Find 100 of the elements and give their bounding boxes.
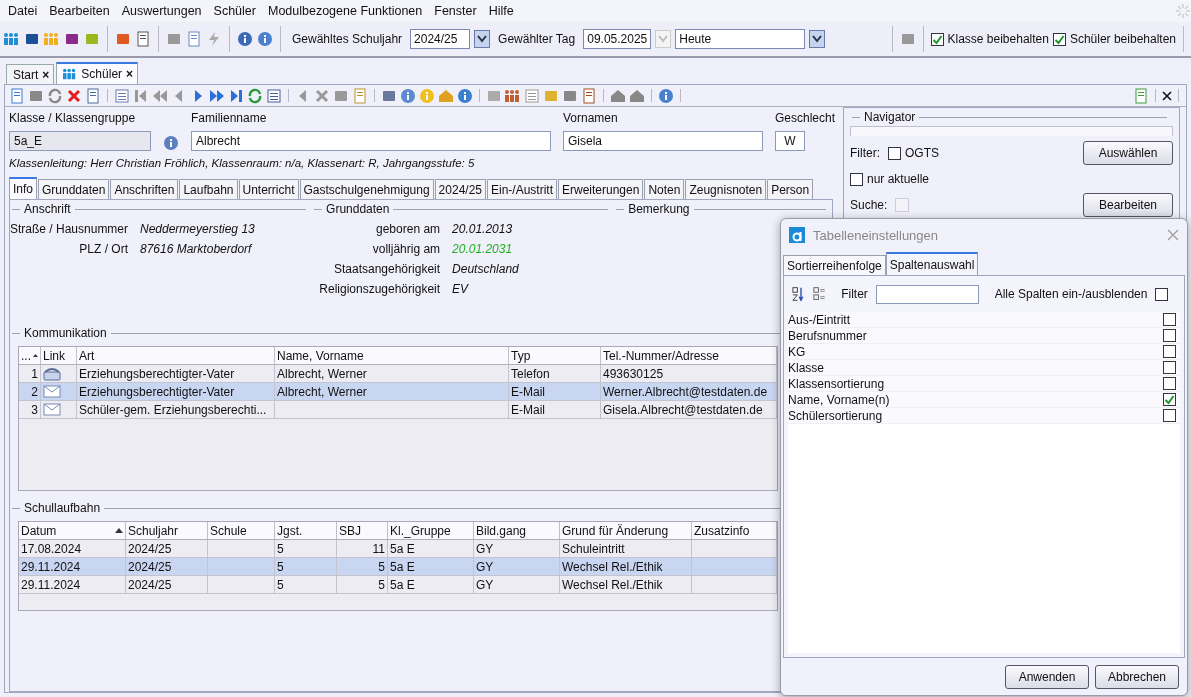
menu-item[interactable]: Schüler xyxy=(207,4,262,18)
sort-alphabetical-icon[interactable] xyxy=(792,286,805,302)
lightning-icon[interactable] xyxy=(206,31,222,47)
tab[interactable]: Ein-/Austritt xyxy=(487,179,557,199)
menu-item[interactable]: Hilfe xyxy=(482,4,520,18)
rewind-icon[interactable] xyxy=(152,87,168,104)
column-header[interactable]: Schuljahr xyxy=(126,522,208,540)
input-field[interactable]: Albrecht xyxy=(191,131,551,151)
close-icon[interactable]: × xyxy=(42,67,50,82)
input-field[interactable]: W xyxy=(775,131,805,151)
tab[interactable]: Erweiterungen xyxy=(558,179,644,199)
close-icon[interactable] xyxy=(1162,90,1172,101)
document-tab[interactable]: Schüler × xyxy=(56,62,139,84)
column-header[interactable]: Link xyxy=(41,347,77,365)
tab[interactable]: Info xyxy=(9,177,37,199)
table-row[interactable]: 17.08.2024 2024/25 5 11 5a E GY Schuleintritt xyxy=(19,540,777,558)
people-icon[interactable] xyxy=(63,67,78,81)
table-cell: 5 xyxy=(275,576,337,594)
period-dropdown[interactable]: Heute xyxy=(675,29,806,49)
input-field[interactable]: 5a_E xyxy=(9,131,151,151)
column-header[interactable]: SBJ xyxy=(337,522,388,540)
menu-item[interactable]: Fenster xyxy=(428,4,483,18)
table-cell: Schüler-gem. Erziehungsberechti... xyxy=(77,401,275,419)
filter-input[interactable] xyxy=(875,284,979,304)
checkbox[interactable] xyxy=(850,172,863,186)
tab[interactable]: Unterricht xyxy=(238,179,299,199)
edit-button[interactable]: Bearbeiten xyxy=(1083,193,1173,217)
checkbox[interactable] xyxy=(1163,377,1176,390)
last-record-icon[interactable] xyxy=(228,87,244,104)
field-label: Familienname xyxy=(191,111,268,125)
select-button[interactable]: Auswählen xyxy=(1083,141,1173,165)
checkbox[interactable] xyxy=(1163,393,1176,406)
field-value: 20.01.2031 xyxy=(452,242,514,256)
checkbox[interactable] xyxy=(1163,313,1176,326)
menu-item[interactable]: Auswertungen xyxy=(115,4,208,18)
envelope-icon[interactable] xyxy=(43,385,61,398)
tab[interactable]: Grunddaten xyxy=(38,179,110,199)
column-header[interactable]: ... xyxy=(19,347,41,365)
close-icon[interactable]: × xyxy=(126,67,134,81)
fast-forward-icon[interactable] xyxy=(209,87,225,104)
field-label: Religionszugehörigkeit xyxy=(318,282,441,296)
expand-collapse-icon[interactable] xyxy=(812,286,826,302)
column-header[interactable]: Datum xyxy=(19,522,126,540)
document-tab[interactable]: Start × xyxy=(6,64,55,84)
field-label: volljährig am xyxy=(371,242,441,256)
table-row[interactable]: 29.11.2024 2024/25 5 5 5a E GY Wechsel Rel./Ethik xyxy=(19,576,777,594)
menu-item[interactable]: Bearbeiten xyxy=(43,4,116,18)
tab[interactable]: 2024/25 xyxy=(434,179,486,199)
first-record-icon[interactable] xyxy=(133,87,149,104)
tab[interactable]: Spaltenauswahl xyxy=(885,252,979,275)
menu-item[interactable]: Modulbezogene Funktionen xyxy=(261,4,429,18)
tab[interactable]: Anschriften xyxy=(110,179,179,199)
school-year-dropdown[interactable]: 2024/25 xyxy=(410,29,471,49)
column-header[interactable]: Bild.gang xyxy=(474,522,560,540)
table-row[interactable]: 1 Erziehungsberechtigter-Vater Albrecht, Werner Telefon 493630125 xyxy=(19,365,777,383)
field-value: Deutschland xyxy=(452,262,520,276)
column-header[interactable]: Typ xyxy=(509,347,601,365)
checkbox[interactable] xyxy=(1052,32,1066,46)
people-icon[interactable] xyxy=(4,31,20,47)
house-icon[interactable] xyxy=(610,87,626,104)
tab[interactable]: Gastschulgenehmigung xyxy=(299,179,434,199)
column-header[interactable]: Art xyxy=(77,347,275,365)
tab[interactable]: Zeugnisnoten xyxy=(685,179,767,199)
tab[interactable]: Laufbahn xyxy=(179,179,238,199)
column-header[interactable]: Jgst. xyxy=(275,522,337,540)
column-header[interactable]: Tel.-Nummer/Adresse xyxy=(601,347,777,365)
tab[interactable]: Sortierreihenfolge xyxy=(783,255,886,275)
column-header[interactable]: Zusatzinfo xyxy=(692,522,777,540)
checkbox[interactable] xyxy=(888,146,901,160)
refresh-icon[interactable] xyxy=(247,87,263,104)
column-header[interactable]: Kl._Gruppe xyxy=(388,522,474,540)
table-icon[interactable] xyxy=(114,87,130,104)
document-icon[interactable] xyxy=(135,31,151,47)
tab[interactable]: Noten xyxy=(644,179,685,199)
info-icon[interactable] xyxy=(163,135,179,151)
checkbox[interactable] xyxy=(1163,361,1176,374)
checkbox[interactable] xyxy=(1163,345,1176,358)
table-row[interactable]: 2 Erziehungsberechtigter-Vater Albrecht, Werner E-Mail Werner.Albrecht@testdaten.de xyxy=(19,383,777,401)
checkbox[interactable] xyxy=(1155,287,1169,301)
info-icon[interactable] xyxy=(237,31,253,47)
envelope-icon[interactable] xyxy=(43,403,61,416)
delete-icon[interactable] xyxy=(66,87,82,104)
table-row[interactable]: 3 Schüler-gem. Erziehungsberechti... E-Mail Gisela.Albrecht@testdaten.de xyxy=(19,401,777,419)
date-field[interactable]: 09.05.2025 xyxy=(583,29,652,49)
tab[interactable]: Person xyxy=(767,179,814,199)
apply-button[interactable]: Anwenden xyxy=(1005,665,1089,689)
checkbox[interactable] xyxy=(930,32,944,46)
column-header[interactable]: Name, Vorname xyxy=(275,347,509,365)
checkbox[interactable] xyxy=(1163,329,1176,342)
column-header[interactable]: Grund für Änderung xyxy=(560,522,692,540)
list-icon[interactable] xyxy=(266,87,282,104)
telephone-icon[interactable] xyxy=(43,366,61,381)
menu-item[interactable]: Datei xyxy=(2,4,44,18)
cancel-button[interactable]: Abbrechen xyxy=(1095,665,1179,689)
house-icon[interactable] xyxy=(629,87,645,104)
input-field[interactable]: Gisela xyxy=(563,131,763,151)
column-header[interactable]: Schule xyxy=(208,522,275,540)
table-row[interactable]: 29.11.2024 2024/25 5 5 5a E GY Wechsel Rel./Ethik xyxy=(19,558,777,576)
checkbox[interactable] xyxy=(1163,409,1176,422)
search-field[interactable] xyxy=(895,198,910,212)
